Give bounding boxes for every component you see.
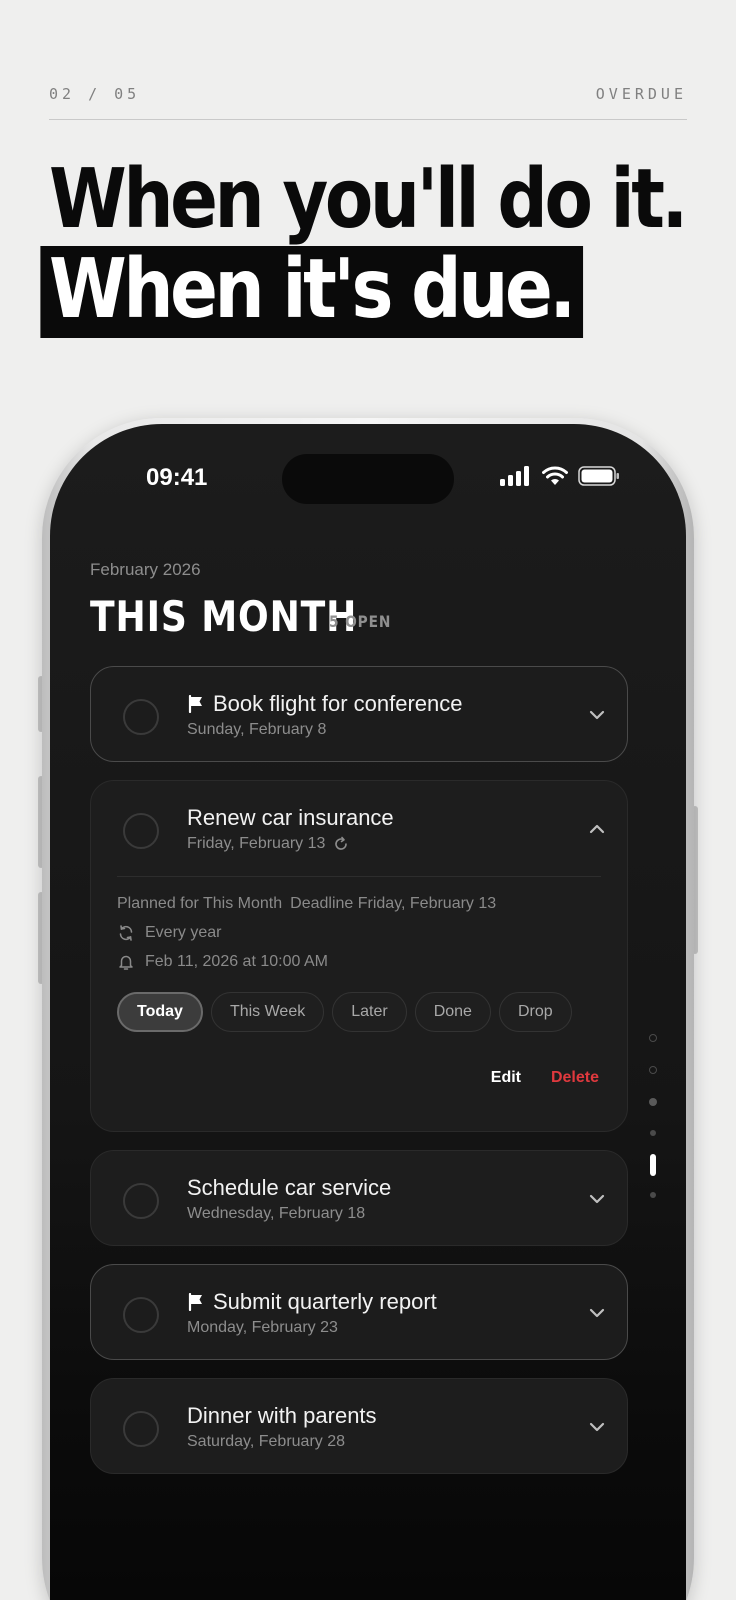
task-title-row: Book flight for conference (187, 691, 462, 717)
task-checkbox[interactable] (123, 813, 159, 849)
headline-line-2: When it's due. (40, 246, 584, 338)
task-checkbox[interactable] (123, 1297, 159, 1333)
chevron-down-icon[interactable] (587, 1417, 607, 1437)
month-label: February 2026 (90, 560, 201, 579)
page-counter: 02 / 05 (49, 85, 141, 103)
task-title: Book flight for conference (213, 691, 463, 716)
task-date: Monday, February 23 (187, 1319, 338, 1336)
screen-title: THIS MONTH (90, 592, 358, 641)
flag-icon (188, 695, 202, 713)
bell-icon (119, 955, 133, 970)
task-date: Wednesday, February 18 (187, 1205, 366, 1222)
headline-line-1: When you'll do it. (49, 152, 688, 247)
signal-icon (500, 466, 529, 486)
open-count-badge: 5 OPEN (329, 612, 392, 631)
planned-label: Planned for This Month (117, 895, 283, 912)
reminder-row: Feb 11, 2026 at 10:00 AM (117, 953, 328, 971)
repeat-row: Every year (117, 924, 221, 942)
phone-screen: 09:41 February 2026 THIS MONTH 5 OPEN Bo… (50, 424, 686, 1600)
task-title-row: Renew car insurance (187, 805, 394, 831)
task-title: Renew car insurance (187, 805, 394, 830)
header-divider (49, 119, 687, 120)
chip-this-week[interactable]: This Week (210, 992, 325, 1032)
task-title-row: Submit quarterly report (187, 1289, 437, 1315)
flag-icon (188, 1293, 202, 1311)
task-card-expanded[interactable]: Renew car insurance Friday, February 13 … (90, 780, 628, 1132)
page-dot[interactable] (649, 1034, 657, 1042)
chevron-down-icon[interactable] (587, 1189, 607, 1209)
page-dot-active[interactable] (650, 1154, 656, 1176)
headline: When you'll do it. When it's due. (40, 152, 688, 338)
wifi-icon (542, 466, 568, 485)
page-dot[interactable] (650, 1192, 656, 1198)
task-checkbox[interactable] (123, 699, 159, 735)
chip-later[interactable]: Later (332, 992, 407, 1032)
chip-done[interactable]: Done (414, 992, 491, 1032)
task-title-row: Dinner with parents (187, 1403, 377, 1429)
planned-deadline-row: Planned for This Month Deadline Friday, … (117, 895, 496, 913)
chevron-up-icon[interactable] (587, 819, 607, 839)
status-icons (500, 466, 620, 486)
task-date-row: Friday, February 13 (187, 835, 349, 853)
task-title: Submit quarterly report (213, 1289, 437, 1314)
task-card[interactable]: Submit quarterly report Monday, February… (90, 1264, 628, 1360)
task-date: Friday, February 13 (187, 835, 326, 852)
page-dot[interactable] (649, 1066, 657, 1074)
status-time: 09:41 (146, 464, 208, 491)
task-card[interactable]: Dinner with parents Saturday, February 2… (90, 1378, 628, 1474)
delete-button[interactable]: Delete (551, 1069, 599, 1087)
detail-divider (117, 876, 601, 877)
edit-button[interactable]: Edit (491, 1069, 521, 1087)
task-date: Sunday, February 8 (187, 721, 327, 738)
task-title: Schedule car service (187, 1175, 392, 1200)
section-tag: OVERDUE (595, 85, 687, 103)
task-card[interactable]: Book flight for conference Sunday, Febru… (90, 666, 628, 762)
dynamic-island (282, 454, 454, 504)
task-checkbox[interactable] (123, 1183, 159, 1219)
page-dot[interactable] (650, 1130, 656, 1136)
header-row: 02 / 05 OVERDUE (49, 84, 687, 104)
task-date: Saturday, February 28 (187, 1433, 346, 1450)
task-card[interactable]: Schedule car service Wednesday, February… (90, 1150, 628, 1246)
task-title: Dinner with parents (187, 1403, 377, 1428)
repeat-icon (119, 925, 133, 941)
repeat-label: Every year (145, 924, 222, 941)
chip-today[interactable]: Today (117, 992, 203, 1032)
task-title-row: Schedule car service (187, 1175, 391, 1201)
page-dot[interactable] (649, 1098, 657, 1106)
repeat-icon (335, 836, 348, 850)
chevron-down-icon[interactable] (587, 705, 607, 725)
task-checkbox[interactable] (123, 1411, 159, 1447)
chevron-down-icon[interactable] (587, 1303, 607, 1323)
chip-drop[interactable]: Drop (498, 992, 572, 1032)
reminder-label: Feb 11, 2026 at 10:00 AM (145, 953, 328, 970)
schedule-chips: Today This Week Later Done Drop (117, 992, 572, 1032)
deadline-label: Deadline Friday, February 13 (290, 895, 497, 912)
battery-icon (578, 466, 619, 486)
